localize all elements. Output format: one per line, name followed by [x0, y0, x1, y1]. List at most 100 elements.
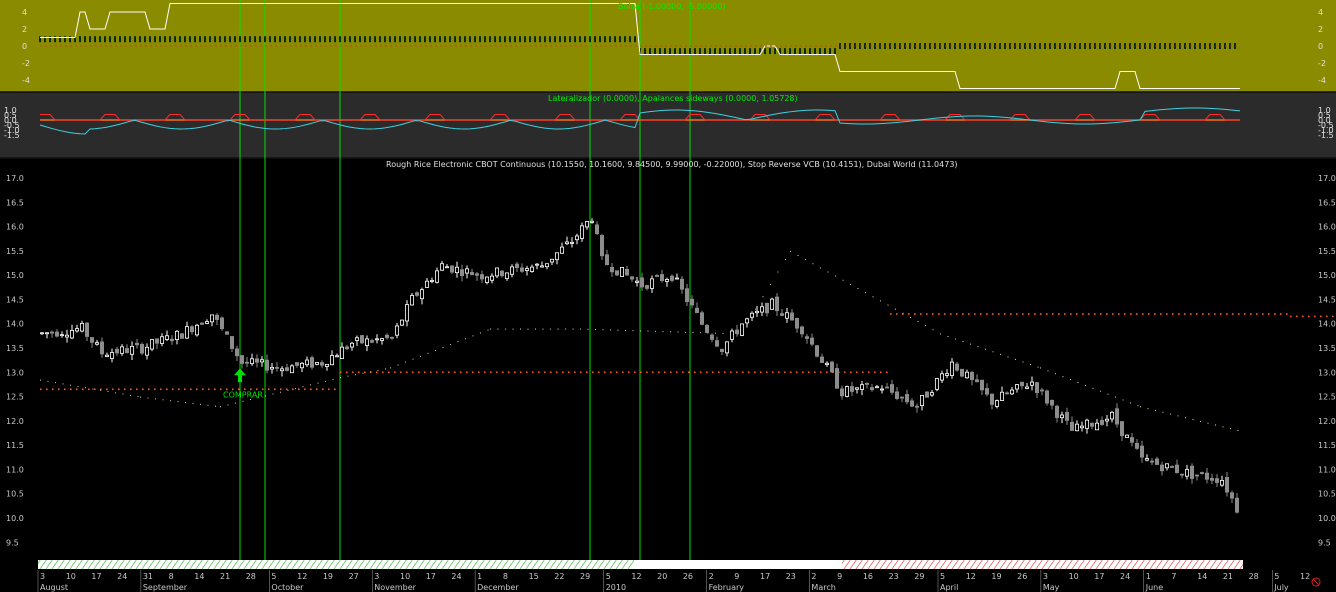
- dubai-world-dot: [227, 404, 229, 406]
- bolsa-bar: [429, 36, 431, 43]
- x-day-label: 22: [554, 572, 564, 581]
- candle-body: [204, 321, 209, 324]
- candle-body: [1095, 422, 1100, 431]
- candle-body: [1180, 473, 1185, 476]
- candle-body: [905, 394, 910, 403]
- bolsa-bar: [169, 36, 171, 43]
- stop-reverse-dot: [400, 371, 402, 374]
- stop-reverse-dot: [1184, 313, 1186, 315]
- dubai-world-dot: [595, 329, 596, 331]
- dubai-world-dot: [1215, 424, 1216, 426]
- dubai-world-dot: [472, 335, 474, 337]
- stop-reverse-dot: [460, 371, 462, 374]
- stop-reverse-dot: [628, 371, 630, 374]
- dubai-world-dot: [442, 347, 444, 349]
- bolsa-bar: [689, 48, 691, 55]
- candle-body: [289, 365, 294, 374]
- y-tick-label-right: 14.5: [1318, 295, 1336, 304]
- bolsa-bar: [134, 36, 136, 43]
- dubai-world-dot: [362, 372, 364, 374]
- bolsa-bar: [369, 36, 371, 43]
- x-day-label: 29: [914, 572, 924, 581]
- bolsa-bar: [499, 36, 501, 43]
- candle-body: [149, 339, 154, 350]
- bolsa-bar: [434, 36, 436, 43]
- stop-reverse-dot: [844, 371, 846, 374]
- bolsa-bar: [304, 36, 306, 43]
- stop-reverse-dot: [1142, 313, 1144, 315]
- dubai-world-dot: [480, 332, 481, 334]
- bolsa-bar: [114, 36, 116, 43]
- candle-body: [730, 330, 735, 340]
- candle-body: [925, 391, 930, 398]
- bolsa-bar: [514, 36, 516, 43]
- dubai-world-dot: [397, 364, 399, 366]
- main-price-panel: [0, 158, 1336, 560]
- stop-reverse-dot: [1274, 313, 1276, 315]
- stop-reverse-dot: [118, 388, 120, 391]
- x-day-label: 12: [966, 572, 976, 581]
- stop-reverse-dot: [664, 371, 666, 374]
- y-tick-label-right: 13.5: [1318, 344, 1336, 353]
- stop-reverse-dot: [926, 313, 928, 315]
- dubai-world-dot: [122, 393, 124, 395]
- stop-reverse-dot: [1232, 313, 1234, 315]
- x-day-label: 9: [734, 572, 739, 581]
- bolsa-bar: [729, 48, 731, 55]
- bolsa-bar: [349, 36, 351, 43]
- stop-reverse-dot: [850, 371, 852, 374]
- candle-body: [1195, 474, 1200, 477]
- dubai-world-dot: [1085, 384, 1086, 386]
- x-month-label: April: [940, 583, 958, 592]
- y-tick-label-left: 16.0: [6, 223, 24, 232]
- dubai-world-dot: [170, 400, 171, 402]
- bolsa-bar: [649, 48, 651, 55]
- dubai-world-dot: [820, 267, 821, 269]
- stop-reverse-dot: [640, 371, 642, 374]
- candle-body: [1090, 422, 1095, 427]
- candle-body: [1005, 392, 1010, 395]
- dubai-world-dot: [137, 396, 139, 398]
- candle-body: [955, 363, 960, 371]
- dubai-world-dot: [355, 374, 356, 376]
- dubai-world-dot: [1162, 411, 1164, 413]
- bolsa-bar: [389, 36, 391, 43]
- candle-body: [615, 270, 620, 276]
- candle-body: [535, 263, 540, 266]
- dubai-world-dot: [880, 300, 881, 302]
- candle-body: [725, 341, 730, 354]
- x-day-label: 2: [811, 572, 816, 581]
- stop-reverse-dot: [1190, 313, 1192, 315]
- dubai-world-dot: [235, 402, 236, 404]
- candle-body: [650, 278, 655, 289]
- candle-body: [419, 289, 424, 300]
- candle-body: [655, 275, 660, 277]
- candle-body: [880, 388, 885, 391]
- dubai-world-dot: [347, 375, 349, 377]
- x-day-label: 8: [169, 572, 174, 581]
- dubai-world-dot: [92, 388, 94, 390]
- candle-body: [284, 367, 289, 371]
- candle-body: [570, 241, 575, 244]
- stop-reverse-dot: [634, 371, 636, 374]
- bolsa-bar: [739, 48, 741, 55]
- candle-body: [214, 314, 219, 320]
- x-day-label: 8: [503, 572, 508, 581]
- stop-reverse-dot: [436, 371, 438, 374]
- bolsa-bar: [404, 36, 406, 43]
- y-tick-label-right: 11.5: [1318, 441, 1336, 450]
- stop-reverse-dot: [826, 371, 828, 374]
- candle-body: [835, 368, 840, 389]
- stop-reverse-dot: [394, 371, 396, 374]
- dubai-world-dot: [1177, 415, 1179, 417]
- candle-body: [700, 312, 705, 325]
- candle-body: [660, 274, 665, 281]
- stop-reverse-dot: [88, 388, 90, 391]
- bolsa-bar: [679, 48, 681, 55]
- candle-body: [675, 277, 680, 280]
- dubai-world-dot: [1122, 399, 1124, 401]
- candle-body: [434, 270, 439, 283]
- dubai-world-dot: [47, 380, 49, 382]
- candle-body: [369, 340, 374, 343]
- y-tick-label-right: 15.5: [1318, 247, 1336, 256]
